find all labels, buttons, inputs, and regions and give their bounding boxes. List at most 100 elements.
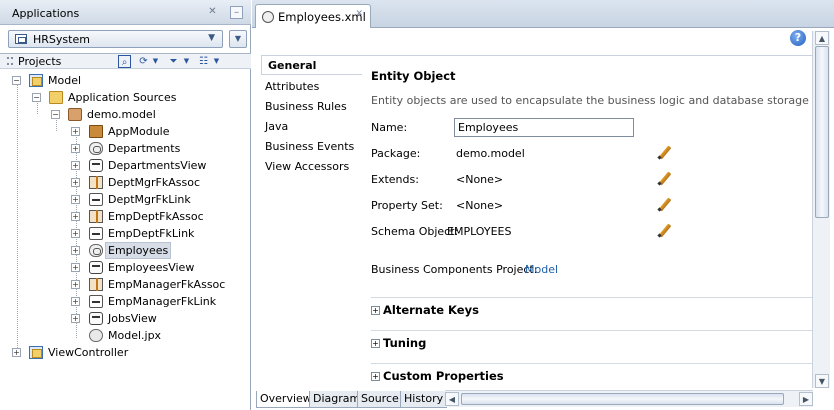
vertical-scrollbar[interactable]: ▲ ▼ bbox=[812, 31, 830, 388]
close-icon[interactable]: ✕ bbox=[355, 9, 363, 19]
tree-item-label: Departments bbox=[108, 142, 181, 155]
expand-icon[interactable]: + bbox=[371, 306, 380, 315]
close-icon[interactable]: ✕ bbox=[206, 6, 219, 19]
expand-icon[interactable]: + bbox=[71, 297, 80, 306]
tree-item-label: Application Sources bbox=[68, 91, 177, 104]
entity-icon bbox=[89, 142, 103, 155]
tab-history[interactable]: History bbox=[400, 391, 448, 408]
extends-value: <None> bbox=[456, 173, 504, 186]
section-label: Alternate Keys bbox=[383, 303, 479, 317]
expand-icon[interactable]: + bbox=[371, 339, 380, 348]
app-module-icon bbox=[89, 125, 103, 138]
collapse-icon[interactable]: − bbox=[51, 110, 60, 119]
expand-icon[interactable]: + bbox=[71, 195, 80, 204]
expand-icon[interactable]: + bbox=[71, 263, 80, 272]
section-label: Tuning bbox=[383, 336, 427, 350]
chevron-down-icon[interactable]: ▼ bbox=[180, 55, 193, 68]
chevron-down-icon: ▼ bbox=[208, 33, 215, 43]
schema-object-label: Schema Object: bbox=[371, 225, 459, 238]
tree-item-label: DeptMgrFkLink bbox=[108, 193, 191, 206]
tab-employees-xml[interactable]: Employees.xml ✕ bbox=[255, 4, 371, 28]
expand-icon[interactable]: + bbox=[71, 246, 80, 255]
view-object-icon bbox=[89, 312, 103, 325]
application-icon bbox=[15, 34, 27, 44]
expand-icon[interactable]: + bbox=[71, 314, 80, 323]
editor-tab-bar: Employees.xml ✕ bbox=[252, 0, 834, 28]
name-field[interactable] bbox=[454, 118, 634, 137]
bc-project-link[interactable]: Model bbox=[525, 263, 558, 276]
tree-item-label: EmpDeptFkAssoc bbox=[108, 210, 204, 223]
scroll-thumb[interactable] bbox=[815, 46, 829, 218]
expand-icon[interactable]: + bbox=[71, 212, 80, 221]
nav-java[interactable]: Java bbox=[265, 120, 288, 133]
section-tuning[interactable]: + Tuning bbox=[371, 330, 812, 352]
expand-icon[interactable]: + bbox=[71, 280, 80, 289]
folder-icon bbox=[49, 91, 63, 104]
tab-source[interactable]: Source bbox=[357, 391, 403, 408]
tree-item-label: Model bbox=[48, 74, 82, 87]
package-label: Package: bbox=[371, 147, 421, 160]
edit-schema-object-icon[interactable] bbox=[657, 224, 671, 238]
schema-object-value: EMPLOYEES bbox=[447, 225, 512, 238]
collapse-icon[interactable]: − bbox=[32, 93, 41, 102]
scroll-down-icon[interactable]: ▼ bbox=[815, 374, 829, 388]
property-set-value: <None> bbox=[456, 199, 504, 212]
application-dropdown[interactable]: HRSystem ▼ bbox=[8, 30, 223, 48]
tree-options-icon[interactable]: ☷ bbox=[197, 55, 210, 68]
expand-icon[interactable]: + bbox=[71, 178, 80, 187]
expand-icon[interactable]: + bbox=[71, 144, 80, 153]
jdeveloper-window: Applications ✕ – HRSystem ▼ ▼ Projects ⌕… bbox=[0, 0, 834, 410]
entity-icon bbox=[89, 244, 103, 257]
tree-item-label: EmpManagerFkLink bbox=[108, 295, 217, 308]
nav-general[interactable]: General bbox=[261, 55, 362, 75]
expand-icon[interactable]: + bbox=[12, 348, 21, 357]
view-object-icon bbox=[89, 159, 103, 172]
tree-item-label: Model.jpx bbox=[108, 329, 162, 342]
grip-icon[interactable] bbox=[7, 57, 13, 65]
expand-icon[interactable]: + bbox=[71, 161, 80, 170]
expand-icon[interactable]: + bbox=[371, 372, 380, 381]
scroll-up-icon[interactable]: ▲ bbox=[815, 31, 829, 45]
projects-title: Projects bbox=[18, 55, 62, 68]
applications-title: Applications bbox=[12, 7, 80, 20]
collapse-icon[interactable]: − bbox=[12, 76, 21, 85]
scroll-right-icon[interactable]: ▶ bbox=[799, 392, 813, 406]
nav-business-events[interactable]: Business Events bbox=[265, 140, 354, 153]
filter-icon[interactable]: ⏷ bbox=[167, 55, 180, 68]
tree-item-label: EmpDeptFkLink bbox=[108, 227, 195, 240]
section-label: Custom Properties bbox=[383, 369, 504, 383]
general-content: Entity Object Entity objects are used to… bbox=[362, 55, 812, 388]
tab-overview[interactable]: Overview bbox=[256, 391, 316, 408]
minimize-icon[interactable]: – bbox=[230, 6, 243, 19]
scroll-thumb[interactable] bbox=[461, 393, 784, 405]
tree-item-label: DeptMgrFkAssoc bbox=[108, 176, 200, 189]
chevron-down-icon[interactable]: ▼ bbox=[210, 55, 223, 68]
editor-nav: General Attributes Business Rules Java B… bbox=[261, 55, 362, 388]
projects-header: Projects ⌕ ⟳ ▼ ⏷ ▼ ☷ ▼ bbox=[0, 53, 251, 69]
tree-item-label: EmployeesView bbox=[108, 261, 195, 274]
nav-business-rules[interactable]: Business Rules bbox=[265, 100, 347, 113]
nav-view-accessors[interactable]: View Accessors bbox=[265, 160, 349, 173]
expand-icon[interactable]: + bbox=[71, 229, 80, 238]
edit-extends-icon[interactable] bbox=[657, 172, 671, 186]
search-icon[interactable]: ⌕ bbox=[118, 55, 131, 68]
section-custom-properties[interactable]: + Custom Properties bbox=[371, 363, 812, 385]
nav-attributes[interactable]: Attributes bbox=[265, 80, 319, 93]
bc-project-label: Business Components Project: bbox=[371, 263, 538, 276]
edit-property-set-icon[interactable] bbox=[657, 198, 671, 212]
help-icon[interactable]: ? bbox=[790, 30, 806, 46]
association-icon bbox=[89, 210, 103, 223]
tab-diagram[interactable]: Diagram bbox=[309, 391, 365, 408]
editor-panel: Employees.xml ✕ ? General Attributes Bus… bbox=[252, 0, 834, 410]
expand-icon[interactable]: + bbox=[71, 127, 80, 136]
property-set-label: Property Set: bbox=[371, 199, 443, 212]
section-alternate-keys[interactable]: + Alternate Keys bbox=[371, 297, 812, 319]
association-icon bbox=[89, 278, 103, 291]
name-label: Name: bbox=[371, 121, 408, 134]
scroll-left-icon[interactable]: ◀ bbox=[445, 392, 459, 406]
edit-package-icon[interactable] bbox=[657, 146, 671, 160]
application-menu-button[interactable]: ▼ bbox=[229, 30, 247, 48]
section-description: Entity objects are used to encapsulate t… bbox=[371, 94, 812, 107]
horizontal-scrollbar[interactable]: ◀ ▶ bbox=[445, 390, 813, 407]
chevron-down-icon[interactable]: ▼ bbox=[149, 55, 162, 68]
